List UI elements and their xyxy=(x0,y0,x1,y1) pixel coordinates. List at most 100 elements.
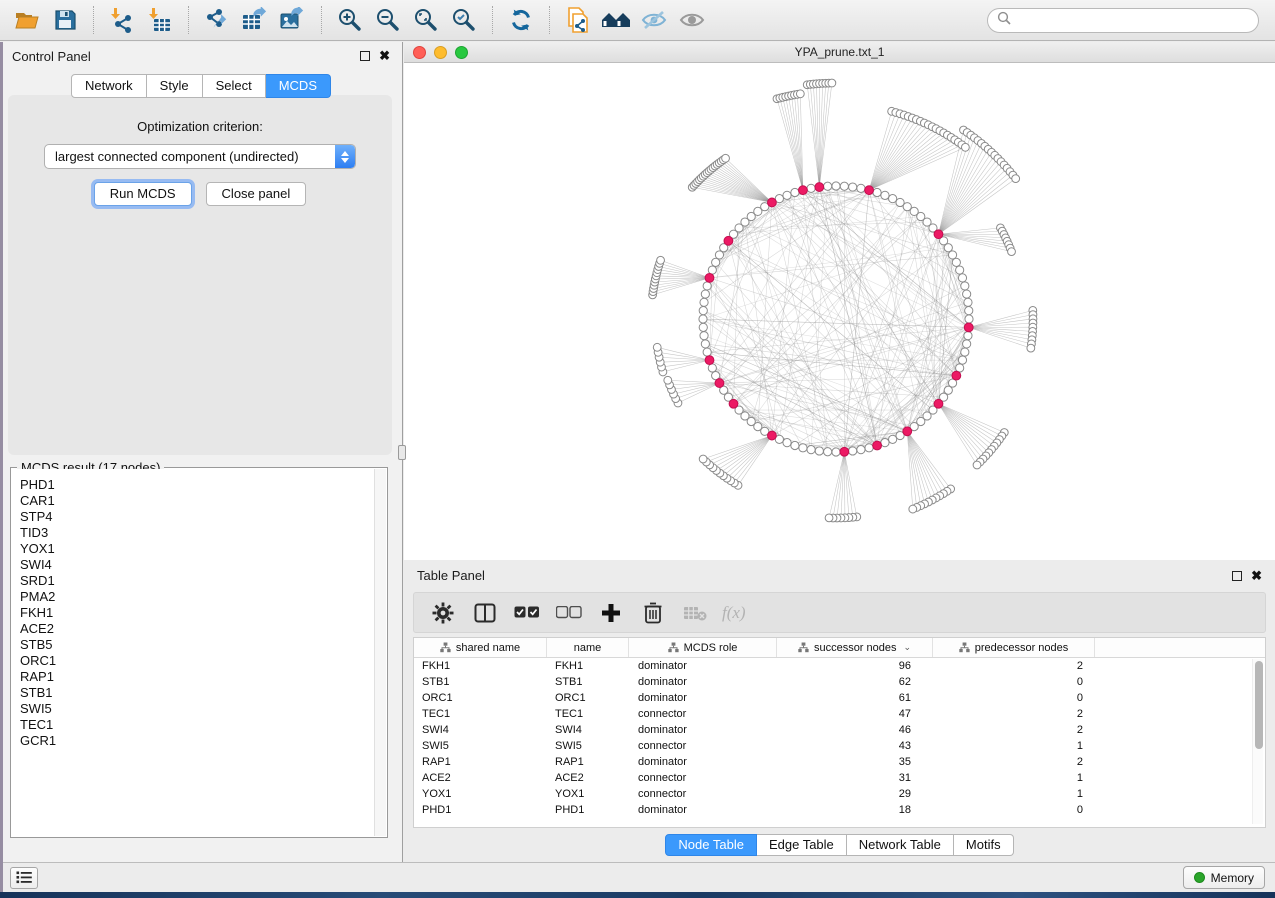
network-from-selection-icon[interactable] xyxy=(561,4,595,36)
task-history-button[interactable] xyxy=(10,867,38,889)
close-table-panel-icon[interactable]: ✖ xyxy=(1251,571,1262,581)
refresh-layout-icon[interactable] xyxy=(504,4,538,36)
mcds-result-item[interactable]: STB1 xyxy=(20,685,374,701)
mcds-result-item[interactable]: STB5 xyxy=(20,637,374,653)
main-toolbar xyxy=(0,0,1275,41)
mcds-result-item[interactable]: FKH1 xyxy=(20,605,374,621)
table-cell: connector xyxy=(629,738,777,754)
table-row[interactable]: TEC1TEC1connector472 xyxy=(414,706,1265,722)
table-cell: 96 xyxy=(777,658,933,674)
mcds-result-item[interactable]: PMA2 xyxy=(20,589,374,605)
create-column-icon[interactable] xyxy=(596,598,626,628)
run-mcds-button[interactable]: Run MCDS xyxy=(94,182,192,206)
toolbar-separator xyxy=(93,6,94,34)
table-row[interactable]: ACE2ACE2connector311 xyxy=(414,770,1265,786)
float-table-panel-icon[interactable] xyxy=(1232,571,1242,581)
network-title: YPA_prune.txt_1 xyxy=(404,45,1275,59)
table-row[interactable]: FKH1FKH1dominator962 xyxy=(414,658,1265,674)
column-header-name[interactable]: name xyxy=(547,638,629,657)
network-view[interactable] xyxy=(404,63,1275,560)
tab-node-table[interactable]: Node Table xyxy=(665,834,757,856)
table-cell: STB1 xyxy=(547,674,629,690)
close-panel-icon[interactable]: ✖ xyxy=(379,51,390,61)
panel-splitter-handle[interactable] xyxy=(398,445,406,460)
delete-column-icon[interactable] xyxy=(638,598,668,628)
table-row[interactable]: YOX1YOX1connector291 xyxy=(414,786,1265,802)
table-row[interactable]: ORC1ORC1dominator610 xyxy=(414,690,1265,706)
table-cell: STB1 xyxy=(414,674,547,690)
table-row[interactable]: STB1STB1dominator620 xyxy=(414,674,1265,690)
tab-select[interactable]: Select xyxy=(203,74,266,98)
search-box[interactable] xyxy=(987,8,1259,33)
tab-style[interactable]: Style xyxy=(147,74,203,98)
export-table-icon[interactable] xyxy=(238,4,272,36)
mcds-result-item[interactable]: SWI5 xyxy=(20,701,374,717)
mcds-result-list[interactable]: PHD1CAR1STP4TID3YOX1SWI4SRD1PMA2FKH1ACE2… xyxy=(12,469,374,836)
mcds-result-item[interactable]: STP4 xyxy=(20,509,374,525)
table-cell: 46 xyxy=(777,722,933,738)
table-scrollbar-thumb[interactable] xyxy=(1255,661,1263,749)
column-header-mcds-role[interactable]: MCDS role xyxy=(629,638,777,657)
zoom-in-icon[interactable] xyxy=(333,4,367,36)
mcds-result-item[interactable]: TID3 xyxy=(20,525,374,541)
mcds-result-item[interactable]: TEC1 xyxy=(20,717,374,733)
tab-network-table[interactable]: Network Table xyxy=(847,834,954,856)
mcds-result-item[interactable]: SRD1 xyxy=(20,573,374,589)
table-cell: 31 xyxy=(777,770,933,786)
column-header-shared-name[interactable]: shared name xyxy=(414,638,547,657)
tab-network[interactable]: Network xyxy=(71,74,147,98)
table-cell: 18 xyxy=(777,802,933,818)
import-network-icon[interactable] xyxy=(105,4,139,36)
column-header-predecessor-nodes[interactable]: predecessor nodes xyxy=(933,638,1095,657)
table-cell: RAP1 xyxy=(414,754,547,770)
show-column-panel-icon[interactable] xyxy=(470,598,500,628)
zoom-fit-icon[interactable] xyxy=(409,4,443,36)
table-cell: 47 xyxy=(777,706,933,722)
close-panel-button[interactable]: Close panel xyxy=(206,182,307,206)
table-row[interactable]: SWI4SWI4dominator462 xyxy=(414,722,1265,738)
mcds-result-item[interactable]: ACE2 xyxy=(20,621,374,637)
search-input[interactable] xyxy=(1017,13,1249,28)
table-row[interactable]: SWI5SWI5connector431 xyxy=(414,738,1265,754)
node-table-body: FKH1FKH1dominator962STB1STB1dominator620… xyxy=(414,658,1265,818)
first-neighbors-icon[interactable] xyxy=(599,4,633,36)
criterion-select[interactable]: largest connected component (undirected) xyxy=(44,144,356,169)
table-cell: 0 xyxy=(933,802,1095,818)
deselect-all-columns-icon[interactable] xyxy=(554,598,584,628)
mcds-result-item[interactable]: RAP1 xyxy=(20,669,374,685)
import-table-icon[interactable] xyxy=(143,4,177,36)
table-row[interactable]: PHD1PHD1dominator180 xyxy=(414,802,1265,818)
save-icon[interactable] xyxy=(48,4,82,36)
mcds-result-item[interactable]: SWI4 xyxy=(20,557,374,573)
mcds-result-item[interactable]: ORC1 xyxy=(20,653,374,669)
export-network-icon[interactable] xyxy=(200,4,234,36)
mcds-result-item[interactable]: YOX1 xyxy=(20,541,374,557)
table-cell: ORC1 xyxy=(547,690,629,706)
memory-button[interactable]: Memory xyxy=(1183,866,1265,889)
table-row[interactable]: RAP1RAP1dominator352 xyxy=(414,754,1265,770)
show-all-icon[interactable] xyxy=(675,4,709,36)
open-icon[interactable] xyxy=(10,4,44,36)
table-cell: YOX1 xyxy=(547,786,629,802)
export-image-icon[interactable] xyxy=(276,4,310,36)
attribute-icon xyxy=(798,642,809,653)
hide-selected-icon[interactable] xyxy=(637,4,671,36)
select-all-columns-icon[interactable] xyxy=(512,598,542,628)
tab-mcds[interactable]: MCDS xyxy=(266,74,331,98)
table-scrollbar[interactable] xyxy=(1252,659,1263,824)
column-header-successor-nodes[interactable]: successor nodes ⌄ xyxy=(777,638,933,657)
mcds-list-scrollbar[interactable] xyxy=(374,469,386,836)
zoom-out-icon[interactable] xyxy=(371,4,405,36)
tab-edge-table[interactable]: Edge Table xyxy=(757,834,847,856)
table-cell: SWI4 xyxy=(414,722,547,738)
tab-motifs[interactable]: Motifs xyxy=(954,834,1014,856)
mcds-result-item[interactable]: CAR1 xyxy=(20,493,374,509)
zoom-selected-icon[interactable] xyxy=(447,4,481,36)
float-panel-icon[interactable] xyxy=(360,51,370,61)
table-settings-gear-icon[interactable] xyxy=(428,598,458,628)
delete-table-icon-disabled xyxy=(680,598,710,628)
control-panel: Control Panel ✖ NetworkStyleSelectMCDS O… xyxy=(0,42,403,862)
mcds-result-item[interactable]: PHD1 xyxy=(20,477,374,493)
mcds-result-item[interactable]: GCR1 xyxy=(20,733,374,749)
toolbar-separator xyxy=(549,6,550,34)
